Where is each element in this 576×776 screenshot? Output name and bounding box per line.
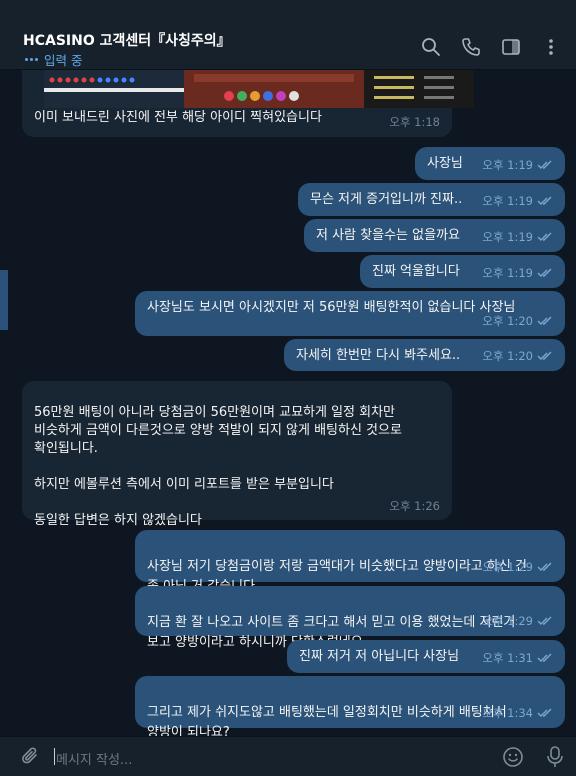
typing-dots-icon xyxy=(25,58,38,61)
message-time: 오후 1:34 xyxy=(482,706,533,720)
double-check-icon xyxy=(537,316,552,325)
message-time: 오후 1:19 xyxy=(482,230,533,244)
search-icon[interactable] xyxy=(420,36,442,58)
double-check-icon xyxy=(537,616,552,625)
double-check-icon xyxy=(537,268,552,277)
message-text: 사장님도 보시면 아시겠지만 저 56만원 배팅한적이 없습니다 사장님 xyxy=(147,300,516,315)
message-bubble[interactable]: 무슨 저게 증거입니까 진짜.. 오후 1:19 xyxy=(298,183,565,216)
message-text: 진짜 저거 저 아닙니다 사장님 xyxy=(299,649,460,664)
scroll-indicator xyxy=(0,270,8,330)
message-bubble[interactable]: 진짜 저거 저 아닙니다 사장님 오후 1:31 xyxy=(287,640,565,673)
attach-icon[interactable] xyxy=(20,746,42,772)
more-icon[interactable] xyxy=(540,36,562,58)
message-time: 오후 1:20 xyxy=(482,314,533,328)
message-bubble[interactable]: 저 사람 찾을수는 없을까요 오후 1:19 xyxy=(304,219,565,252)
message-input[interactable]: 메시지 작성... xyxy=(56,749,132,768)
message-text: 이미 보내드린 사진에 전부 해당 아이디 찍혀있습니다 xyxy=(34,110,322,125)
message-time: 오후 1:29 xyxy=(482,560,533,574)
message-time: 오후 1:19 xyxy=(482,194,533,208)
message-text: 56만원 배팅이 아니라 당첨금이 56만원이며 교묘하게 일정 회차만 비슷하… xyxy=(34,405,402,528)
typing-status: 입력 중 xyxy=(25,50,82,69)
mic-icon[interactable] xyxy=(545,745,565,773)
double-check-icon xyxy=(537,351,552,360)
chat-header: HCASINO 고객센터『사칭주의』 입력 중 xyxy=(0,0,576,70)
message-time: 오후 1:20 xyxy=(482,349,533,363)
message-time: 오후 1:29 xyxy=(482,614,533,628)
screenshot-image[interactable] xyxy=(44,70,474,108)
double-check-icon xyxy=(537,562,552,571)
message-time: 오후 1:19 xyxy=(482,158,533,172)
double-check-icon xyxy=(537,653,552,662)
double-check-icon xyxy=(537,160,552,169)
phone-icon[interactable] xyxy=(460,36,482,58)
chat-title[interactable]: HCASINO 고객센터『사칭주의』 xyxy=(23,30,231,50)
message-bubble[interactable]: 그리고 제가 쉬지도않고 배팅했는데 일정회치만 비슷하게 배팅쳐서 양방이 되… xyxy=(135,676,565,736)
emoji-icon[interactable] xyxy=(502,746,524,772)
message-bubble[interactable]: 사장님 저기 당첨금이랑 저랑 금액대가 비슷했다고 양방이라고 하신 건 좀 … xyxy=(135,530,565,594)
message-bubble[interactable]: 진짜 억울합니다 오후 1:19 xyxy=(360,255,565,288)
double-check-icon xyxy=(537,708,552,717)
message-bubble[interactable]: 사장님 오후 1:19 xyxy=(415,147,565,180)
double-check-icon xyxy=(537,196,552,205)
message-bubble[interactable]: 자세히 한번만 다시 봐주세요.. 오후 1:20 xyxy=(284,339,565,371)
message-bubble[interactable]: 이미 보내드린 사진에 전부 해당 아이디 찍혀있습니다 오후 1:18 xyxy=(22,70,474,137)
text-caret xyxy=(54,748,55,765)
message-composer: 메시지 작성... xyxy=(0,736,576,776)
message-list[interactable]: 이미 보내드린 사진에 전부 해당 아이디 찍혀있습니다 오후 1:18 사장님… xyxy=(0,70,576,736)
message-time: 오후 1:31 xyxy=(482,651,533,665)
message-time: 오후 1:19 xyxy=(482,266,533,280)
message-text: 무슨 저게 증거입니까 진짜.. xyxy=(310,192,463,207)
message-bubble[interactable]: 56만원 배팅이 아니라 당첨금이 56만원이며 교묘하게 일정 회차만 비슷하… xyxy=(22,381,452,528)
sidebar-icon[interactable] xyxy=(500,36,522,58)
message-text: 사장님 xyxy=(427,156,463,171)
message-text: 자세히 한번만 다시 봐주세요.. xyxy=(296,348,461,363)
message-bubble[interactable]: 사장님도 보시면 아시겠지만 저 56만원 배팅한적이 없습니다 사장님 오후 … xyxy=(135,291,565,336)
message-text: 저 사람 찾을수는 없을까요 xyxy=(316,228,460,243)
message-time: 오후 1:18 xyxy=(389,115,440,129)
message-time: 오후 1:26 xyxy=(389,499,440,513)
typing-status-text: 입력 중 xyxy=(44,53,83,68)
message-bubble[interactable]: 지금 환 잘 나오고 사이트 좀 크다고 해서 믿고 이용 했었는데 저런거 보… xyxy=(135,586,565,650)
message-text: 진짜 억울합니다 xyxy=(372,264,460,279)
message-text: 그리고 제가 쉬지도않고 배팅했는데 일정회치만 비슷하게 배팅쳐서 양방이 되… xyxy=(147,705,507,736)
double-check-icon xyxy=(537,232,552,241)
